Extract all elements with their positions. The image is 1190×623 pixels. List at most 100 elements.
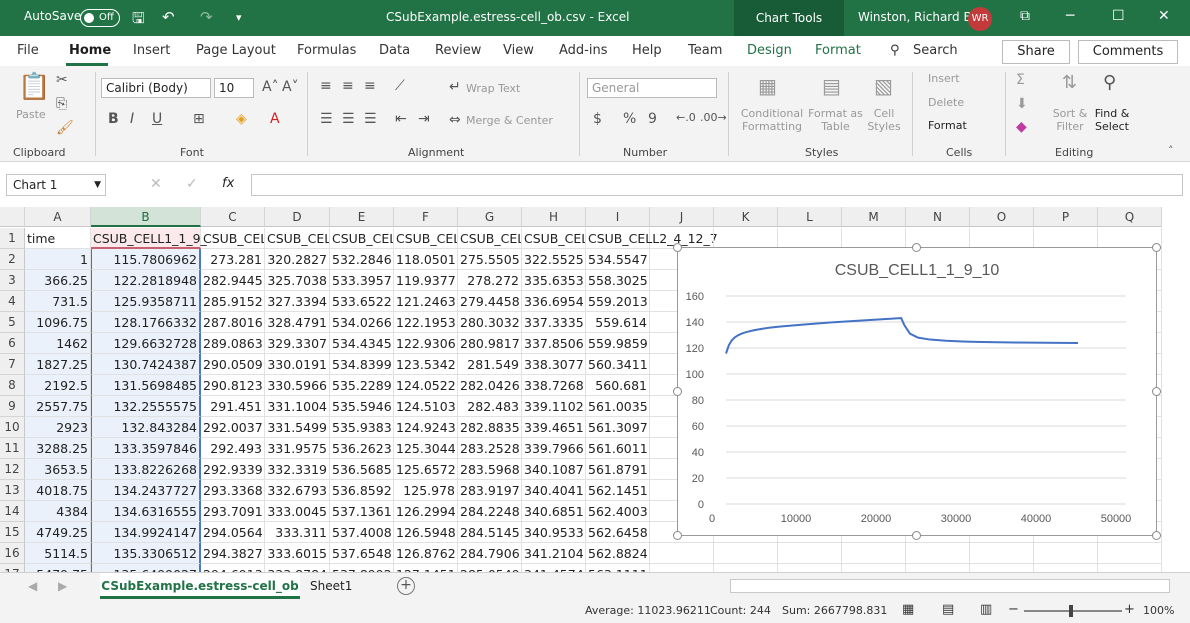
comma-style-icon[interactable]: 9 xyxy=(648,111,657,127)
column-header-e[interactable]: E xyxy=(330,207,394,227)
grid-cell[interactable]: 129.6632728 xyxy=(91,333,201,354)
row-header[interactable]: 3 xyxy=(0,270,25,291)
grid-cell[interactable]: 337.8506 xyxy=(522,333,586,354)
grid-cell[interactable]: 121.2463 xyxy=(394,291,458,312)
number-format-select[interactable]: General xyxy=(587,78,717,98)
decrease-font-icon[interactable]: A˅ xyxy=(282,79,299,95)
grid-cell[interactable]: 132.2555575 xyxy=(91,396,201,417)
grid-cell[interactable]: 282.483 xyxy=(458,396,522,417)
grid-cell[interactable]: 292.0037 xyxy=(201,417,265,438)
grid-cell[interactable] xyxy=(714,543,778,564)
grid-cell[interactable]: 536.8592 xyxy=(330,480,394,501)
tab-review[interactable]: Review xyxy=(435,43,481,58)
wrap-text-icon[interactable]: ↵ xyxy=(449,79,461,95)
grid-cell[interactable]: 134.9924147 xyxy=(91,522,201,543)
grid-cell[interactable] xyxy=(842,228,906,249)
grid-cell[interactable]: CSUB_CEL xyxy=(330,228,394,249)
zoom-in-icon[interactable]: + xyxy=(1124,602,1135,617)
grid-cell[interactable]: CSUB_CELL1_1_9_ xyxy=(91,228,207,249)
grid-cell[interactable]: 327.3394 xyxy=(265,291,330,312)
grid-cell[interactable]: 283.2528 xyxy=(458,438,522,459)
column-header-m[interactable]: M xyxy=(842,207,906,227)
grid-cell[interactable]: 280.3032 xyxy=(458,312,522,333)
grid-cell[interactable]: 123.5342 xyxy=(394,354,458,375)
row-header[interactable]: 12 xyxy=(0,459,25,480)
row-header[interactable]: 8 xyxy=(0,375,25,396)
row-header[interactable]: 4 xyxy=(0,291,25,312)
grid-cell[interactable]: 332.6793 xyxy=(265,480,330,501)
chart-resize-handle[interactable] xyxy=(1152,387,1161,396)
column-header-j[interactable]: J xyxy=(650,207,714,227)
grid-cell[interactable]: 535.5946 xyxy=(330,396,394,417)
cut-icon[interactable]: ✂ xyxy=(56,72,68,88)
merge-center-icon[interactable]: ⇔ xyxy=(449,112,461,128)
grid-cell[interactable]: CSUB_CEL xyxy=(522,228,586,249)
zoom-level[interactable]: 100% xyxy=(1143,604,1174,617)
formula-input[interactable] xyxy=(251,174,1183,196)
grid-cell[interactable]: 562.1451 xyxy=(586,480,650,501)
grid-cell[interactable] xyxy=(778,228,842,249)
grid-cell[interactable]: 340.1087 xyxy=(522,459,586,480)
maximize-icon[interactable]: ☐ xyxy=(1112,8,1125,24)
grid-cell[interactable]: 333.6015 xyxy=(265,543,330,564)
wrap-text-button[interactable]: Wrap Text xyxy=(466,82,520,95)
row-header[interactable]: 6 xyxy=(0,333,25,354)
grid-cell[interactable]: 282.8835 xyxy=(458,417,522,438)
align-top-icon[interactable]: ≡ xyxy=(320,78,332,94)
cancel-icon[interactable]: ✕ xyxy=(150,176,162,192)
row-header[interactable]: 15 xyxy=(0,522,25,543)
grid-cell[interactable]: 322.5525 xyxy=(522,249,586,270)
column-header-l[interactable]: L xyxy=(778,207,842,227)
grid-cell[interactable]: 331.1004 xyxy=(265,396,330,417)
grid-cell[interactable]: 135.3306512 xyxy=(91,543,201,564)
name-box[interactable]: Chart 1 ▼ xyxy=(6,174,106,196)
grid-cell[interactable]: time xyxy=(25,228,91,249)
tab-page-layout[interactable]: Page Layout xyxy=(196,43,276,58)
grid-cell[interactable]: 340.9533 xyxy=(522,522,586,543)
grid-cell[interactable]: 336.6954 xyxy=(522,291,586,312)
grid-cell[interactable]: 535.9383 xyxy=(330,417,394,438)
search-icon[interactable]: ⚲ xyxy=(890,43,900,58)
row-header[interactable]: 7 xyxy=(0,354,25,375)
grid-cell[interactable]: 124.9243 xyxy=(394,417,458,438)
grid-cell[interactable]: 559.2013 xyxy=(586,291,650,312)
zoom-slider[interactable] xyxy=(1024,610,1122,612)
grid-cell[interactable] xyxy=(970,543,1034,564)
column-header-h[interactable]: H xyxy=(522,207,586,227)
grid-cell[interactable]: 4749.25 xyxy=(25,522,91,543)
grid-cell[interactable]: 338.3077 xyxy=(522,354,586,375)
grid-cell[interactable]: 125.3044 xyxy=(394,438,458,459)
grid-cell[interactable]: 289.0863 xyxy=(201,333,265,354)
grid-cell[interactable]: 132.843284 xyxy=(91,417,201,438)
grid-cell[interactable]: 558.3025 xyxy=(586,270,650,291)
grid-cell[interactable]: 282.0426 xyxy=(458,375,522,396)
grid-cell[interactable]: 291.451 xyxy=(201,396,265,417)
grid-cell[interactable]: 2192.5 xyxy=(25,375,91,396)
grid-cell[interactable]: 1 xyxy=(25,249,91,270)
redo-icon[interactable]: ↷ xyxy=(200,8,213,26)
row-header[interactable]: 1 xyxy=(0,228,25,249)
grid-cell[interactable]: 4384 xyxy=(25,501,91,522)
grid-cell[interactable]: 292.9339 xyxy=(201,459,265,480)
chart-resize-handle[interactable] xyxy=(912,243,921,252)
clear-icon[interactable]: ◆ xyxy=(1016,119,1027,135)
grid-cell[interactable]: 275.5505 xyxy=(458,249,522,270)
undo-icon[interactable]: ↶ xyxy=(162,8,175,26)
column-header-c[interactable]: C xyxy=(201,207,265,227)
cell-styles-button[interactable]: Cell Styles xyxy=(864,107,904,133)
grid-cell[interactable] xyxy=(1098,543,1162,564)
grid-cell[interactable]: 333.311 xyxy=(265,522,330,543)
tab-home[interactable]: Home xyxy=(69,43,111,58)
format-as-table-button[interactable]: Format as Table xyxy=(808,107,863,133)
grid-cell[interactable]: 126.5948 xyxy=(394,522,458,543)
grid-cell[interactable]: CSUB_CEL xyxy=(458,228,522,249)
grid-cell[interactable]: 532.2846 xyxy=(330,249,394,270)
format-as-table-icon[interactable]: ▤ xyxy=(822,74,841,98)
tab-format[interactable]: Format xyxy=(815,43,861,58)
grid-cell[interactable]: 537.1361 xyxy=(330,501,394,522)
grid-cell[interactable]: 325.7038 xyxy=(265,270,330,291)
tab-addins[interactable]: Add-ins xyxy=(559,43,607,58)
grid-cell[interactable]: 562.8824 xyxy=(586,543,650,564)
grid-cell[interactable]: 279.4458 xyxy=(458,291,522,312)
grid-cell[interactable]: 562.4003 xyxy=(586,501,650,522)
